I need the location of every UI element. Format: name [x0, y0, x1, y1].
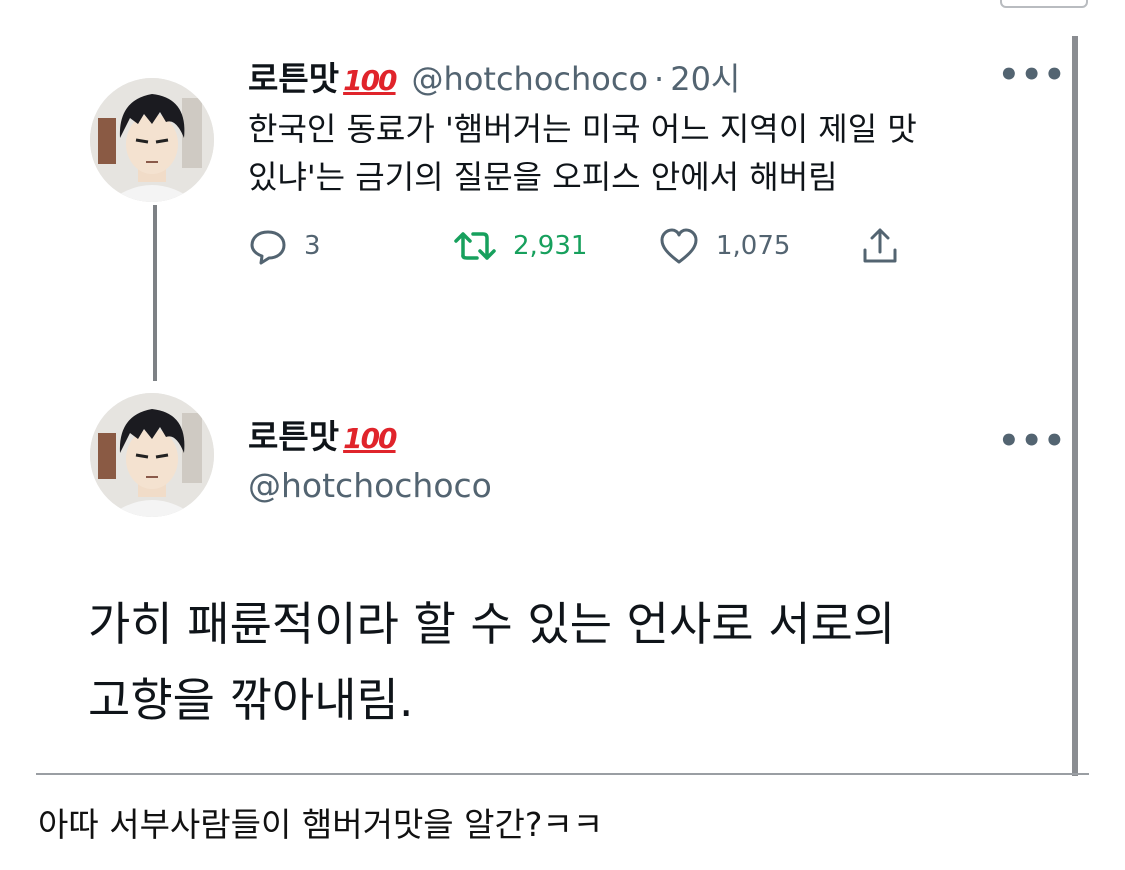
- user-handle[interactable]: @hotchochoco: [248, 466, 492, 505]
- hundred-emoji-icon: 100: [343, 64, 397, 97]
- retweet-icon: [454, 232, 496, 260]
- tweet1-text-line1: 한국인 동료가 '햄버거는 미국 어느 지역이 제일 맛: [248, 110, 917, 148]
- display-name[interactable]: 로튼맛: [248, 410, 339, 458]
- like-count: 1,075: [716, 231, 791, 261]
- tweet2-text-line2: 고향을 깎아내림.: [88, 673, 414, 727]
- tweet1-text-line2: 있냐'는 금기의 질문을 오피스 안에서 해버림: [248, 158, 838, 196]
- top-corner-fragment: [1000, 0, 1088, 8]
- avatar-illustration: [90, 393, 214, 517]
- retweet-button[interactable]: 2,931: [453, 226, 587, 266]
- more-options-icon[interactable]: •••: [998, 58, 1066, 92]
- hundred-emoji-icon: 100: [343, 422, 397, 455]
- tweet1-header: 로튼맛 100 @hotchochoco · 20시: [248, 52, 740, 100]
- like-icon: [660, 228, 698, 264]
- share-icon: [863, 228, 897, 263]
- right-border-line: [1072, 36, 1078, 776]
- reply-icon: [250, 230, 286, 265]
- avatar[interactable]: [90, 393, 214, 517]
- share-button[interactable]: [860, 224, 900, 266]
- retweet-count: 2,931: [513, 231, 588, 261]
- post-caption: 아따 서부사람들이 햄버거맛을 알간?ㅋㅋ: [38, 805, 604, 844]
- avatar-illustration: [90, 78, 214, 202]
- tweet-timestamp[interactable]: 20시: [670, 54, 740, 100]
- more-options-icon[interactable]: •••: [998, 424, 1066, 458]
- reply-count: 3: [304, 231, 321, 261]
- user-handle[interactable]: @hotchochoco: [412, 60, 648, 98]
- divider: [36, 773, 1089, 775]
- reply-button[interactable]: 3: [248, 226, 321, 266]
- avatar[interactable]: [90, 78, 214, 202]
- thread-connector-line: [153, 205, 157, 381]
- tweet2-text-line1: 가히 패륜적이라 할 수 있는 언사로 서로의: [88, 597, 896, 651]
- tweet1-text: 한국인 동료가 '햄버거는 미국 어느 지역이 제일 맛 있냐'는 금기의 질문…: [248, 105, 917, 201]
- display-name[interactable]: 로튼맛: [248, 52, 339, 100]
- like-button[interactable]: 1,075: [658, 226, 790, 266]
- tweet2-text: 가히 패륜적이라 할 수 있는 언사로 서로의 고향을 깎아내림.: [88, 586, 1068, 738]
- separator-dot: ·: [654, 60, 665, 98]
- tweet2-header: 로튼맛 100: [248, 410, 398, 458]
- tweet-actions: 3 2,931 1,075: [248, 222, 968, 270]
